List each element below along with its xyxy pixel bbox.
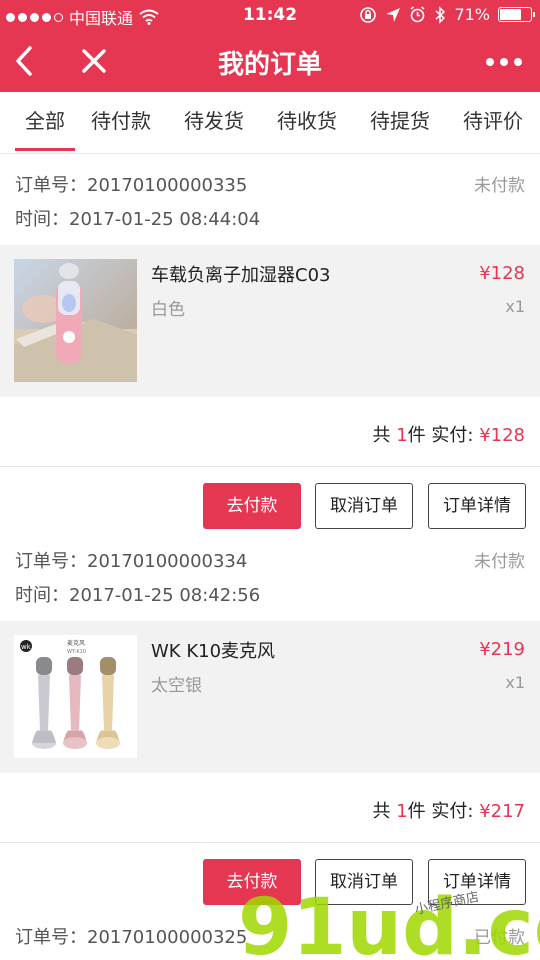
product-name: 车载负离子加湿器C03 xyxy=(151,265,331,286)
orientation-lock-icon xyxy=(360,6,377,23)
more-menu-button[interactable] xyxy=(482,48,526,76)
more-dot-icon xyxy=(514,58,522,66)
order-card: 订单号：20170100000335 时间：2017-01-25 08:44:0… xyxy=(0,155,540,543)
product-price: ¥128 xyxy=(479,263,525,284)
order-header: 订单号：20170100000335 时间：2017-01-25 08:44:0… xyxy=(0,155,540,245)
tab-pending-receipt[interactable]: 待收货 xyxy=(275,92,339,154)
summary-prefix: 共 xyxy=(372,425,397,446)
order-item[interactable]: 车载负离子加湿器C03 白色 ¥128 x1 xyxy=(0,245,540,397)
tab-pending-payment[interactable]: 待付款 xyxy=(89,92,153,154)
nav-bar: 我的订单 xyxy=(0,30,540,92)
order-detail-button[interactable]: 订单详情 xyxy=(428,859,526,905)
order-detail-button[interactable]: 订单详情 xyxy=(428,483,526,529)
status-bar: 中国联通 11:42 71% xyxy=(0,0,540,30)
order-number: 订单号：20170100000335 xyxy=(15,175,248,196)
back-button[interactable] xyxy=(8,40,48,82)
cancel-order-button[interactable]: 取消订单 xyxy=(315,859,413,905)
order-total-line: 共 1件 实付: ¥128 xyxy=(372,421,525,447)
order-summary: 共 1件 实付: ¥217 xyxy=(0,773,540,843)
item-count: 1 xyxy=(396,425,408,446)
pay-button[interactable]: 去付款 xyxy=(203,483,301,529)
order-number: 订单号：20170100000334 xyxy=(15,551,248,572)
battery-percent: 71% xyxy=(454,5,490,24)
image-caption-2: WT-K10 xyxy=(67,649,86,655)
close-icon xyxy=(82,49,106,73)
order-status: 未付款 xyxy=(474,552,525,572)
close-button[interactable] xyxy=(74,40,114,82)
summary-mid: 件 实付: xyxy=(407,425,480,446)
battery-icon xyxy=(498,7,535,22)
product-price: ¥219 xyxy=(479,639,525,660)
summary-prefix: 共 xyxy=(372,801,397,822)
more-dot-icon xyxy=(500,58,508,66)
product-thumbnail-microphone[interactable]: wk 麦克风 WT-K10 xyxy=(14,635,137,758)
tab-pending-review[interactable]: 待评价 xyxy=(461,92,525,154)
tab-pending-shipment[interactable]: 待发货 xyxy=(182,92,246,154)
location-icon xyxy=(386,7,401,22)
order-card: 订单号：20170100000325 已付款 xyxy=(0,907,540,960)
order-header: 订单号：20170100000325 已付款 xyxy=(0,907,540,960)
order-item[interactable]: wk 麦克风 WT-K10 WK K10麦克风 太空银 ¥219 x1 xyxy=(0,621,540,773)
product-spec: 白色 xyxy=(151,300,185,320)
brand-logo-text: wk xyxy=(21,643,32,651)
order-card: 订单号：20170100000334 时间：2017-01-25 08:42:5… xyxy=(0,531,540,919)
more-dot-icon xyxy=(486,58,494,66)
item-count: 1 xyxy=(396,801,408,822)
pay-button[interactable]: 去付款 xyxy=(203,859,301,905)
product-quantity: x1 xyxy=(505,297,525,316)
summary-mid: 件 实付: xyxy=(407,801,480,822)
product-spec: 太空银 xyxy=(151,676,202,696)
tab-pending-pickup[interactable]: 待提货 xyxy=(368,92,432,154)
product-name: WK K10麦克风 xyxy=(151,641,276,662)
order-status-tabs: 全部 待付款 待发货 待收货 待提货 待评价 xyxy=(0,92,540,154)
order-total: ¥128 xyxy=(479,425,525,446)
bluetooth-icon xyxy=(435,5,446,24)
order-time: 时间：2017-01-25 08:44:04 xyxy=(15,209,261,230)
order-status: 已付款 xyxy=(474,928,525,948)
cancel-order-button[interactable]: 取消订单 xyxy=(315,483,413,529)
order-header: 订单号：20170100000334 时间：2017-01-25 08:42:5… xyxy=(0,531,540,621)
product-quantity: x1 xyxy=(505,673,525,692)
order-number: 订单号：20170100000325 xyxy=(15,927,248,948)
tab-all[interactable]: 全部 xyxy=(15,92,75,154)
chevron-left-icon xyxy=(16,46,32,76)
order-time: 时间：2017-01-25 08:42:56 xyxy=(15,585,261,606)
order-summary: 共 1件 实付: ¥128 xyxy=(0,397,540,467)
order-total: ¥217 xyxy=(479,801,525,822)
order-total-line: 共 1件 实付: ¥217 xyxy=(372,797,525,823)
order-status: 未付款 xyxy=(474,176,525,196)
alarm-icon xyxy=(410,6,425,23)
product-thumbnail-humidifier[interactable] xyxy=(14,259,137,382)
image-caption-1: 麦克风 xyxy=(67,639,85,647)
